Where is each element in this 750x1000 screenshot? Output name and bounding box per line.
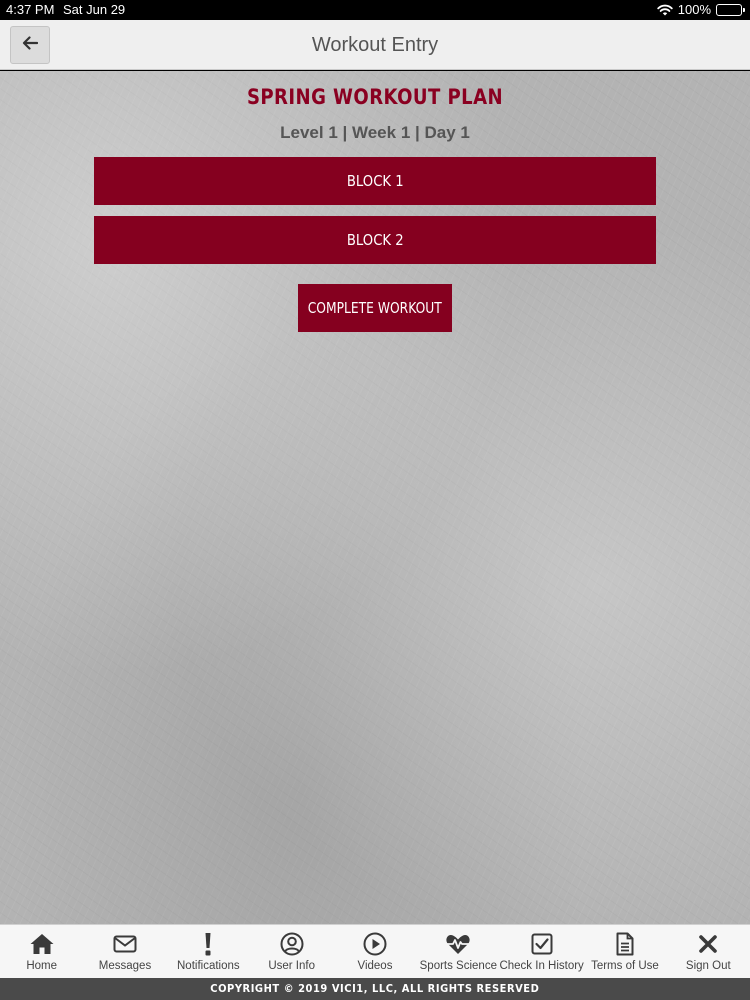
tab-videos[interactable]: Videos	[333, 925, 416, 978]
workout-plan-subtitle: Level 1 | Week 1 | Day 1	[280, 123, 470, 142]
workout-plan-title: SPRING WORKOUT PLAN	[246, 85, 504, 109]
page-title: Workout Entry	[311, 34, 439, 56]
document-icon	[616, 932, 634, 956]
tab-terms-of-use-label: Terms of Use	[591, 960, 659, 972]
battery-icon	[716, 3, 745, 16]
envelope-icon	[113, 932, 137, 956]
status-bar: 4:37 PM Sat Jun 29 100%	[0, 0, 750, 20]
tab-notifications-label: Notifications	[177, 960, 240, 972]
user-circle-icon	[280, 932, 304, 956]
complete-workout-button[interactable]: COMPLETE WORKOUT	[298, 284, 452, 332]
tab-user-info-label: User Info	[268, 960, 315, 972]
wifi-icon	[657, 4, 673, 16]
tab-check-in-history-label: Check In History	[499, 960, 584, 972]
tab-messages[interactable]: Messages	[83, 925, 166, 978]
tab-sign-out[interactable]: Sign Out	[667, 925, 750, 978]
block-1-label: BLOCK 1	[346, 172, 404, 190]
tab-videos-label: Videos	[357, 960, 393, 972]
tab-user-info[interactable]: User Info	[250, 925, 333, 978]
tab-home[interactable]: Home	[0, 925, 83, 978]
arrow-left-icon	[22, 35, 39, 55]
tab-check-in-history[interactable]: Check In History	[499, 925, 584, 978]
play-circle-icon	[363, 932, 387, 956]
tab-bar: Home Messages Notifications User Info Vi…	[0, 924, 750, 978]
complete-workout-label: COMPLETE WORKOUT	[307, 299, 443, 317]
tab-sports-science[interactable]: Sports Science	[417, 925, 500, 978]
tab-messages-label: Messages	[98, 960, 152, 972]
exclamation-icon	[203, 932, 213, 956]
block-2-button[interactable]: BLOCK 2	[94, 216, 656, 264]
status-date: Sat Jun 29	[63, 2, 126, 17]
copyright-footer: COPYRIGHT © 2019 VICI1, LLC, ALL RIGHTS …	[0, 978, 750, 1000]
main-content: SPRING WORKOUT PLAN Level 1 | Week 1 | D…	[0, 71, 750, 924]
tab-sports-science-label: Sports Science	[419, 960, 497, 972]
checkbox-icon	[531, 932, 553, 956]
tab-home-label: Home	[26, 960, 57, 972]
copyright-text: COPYRIGHT © 2019 VICI1, LLC, ALL RIGHTS …	[210, 982, 540, 995]
tab-sign-out-label: Sign Out	[685, 960, 731, 972]
status-time: 4:37 PM	[6, 2, 55, 17]
tab-notifications[interactable]: Notifications	[167, 925, 250, 978]
header: Workout Entry	[0, 20, 750, 70]
tab-terms-of-use[interactable]: Terms of Use	[583, 925, 666, 978]
close-icon	[698, 932, 718, 956]
status-right: 100%	[657, 2, 745, 17]
back-button[interactable]	[10, 26, 50, 64]
heartbeat-icon	[445, 932, 471, 956]
home-icon	[29, 932, 55, 956]
battery-percent: 100%	[677, 2, 711, 17]
block-2-label: BLOCK 2	[346, 231, 404, 249]
block-1-button[interactable]: BLOCK 1	[94, 157, 656, 205]
